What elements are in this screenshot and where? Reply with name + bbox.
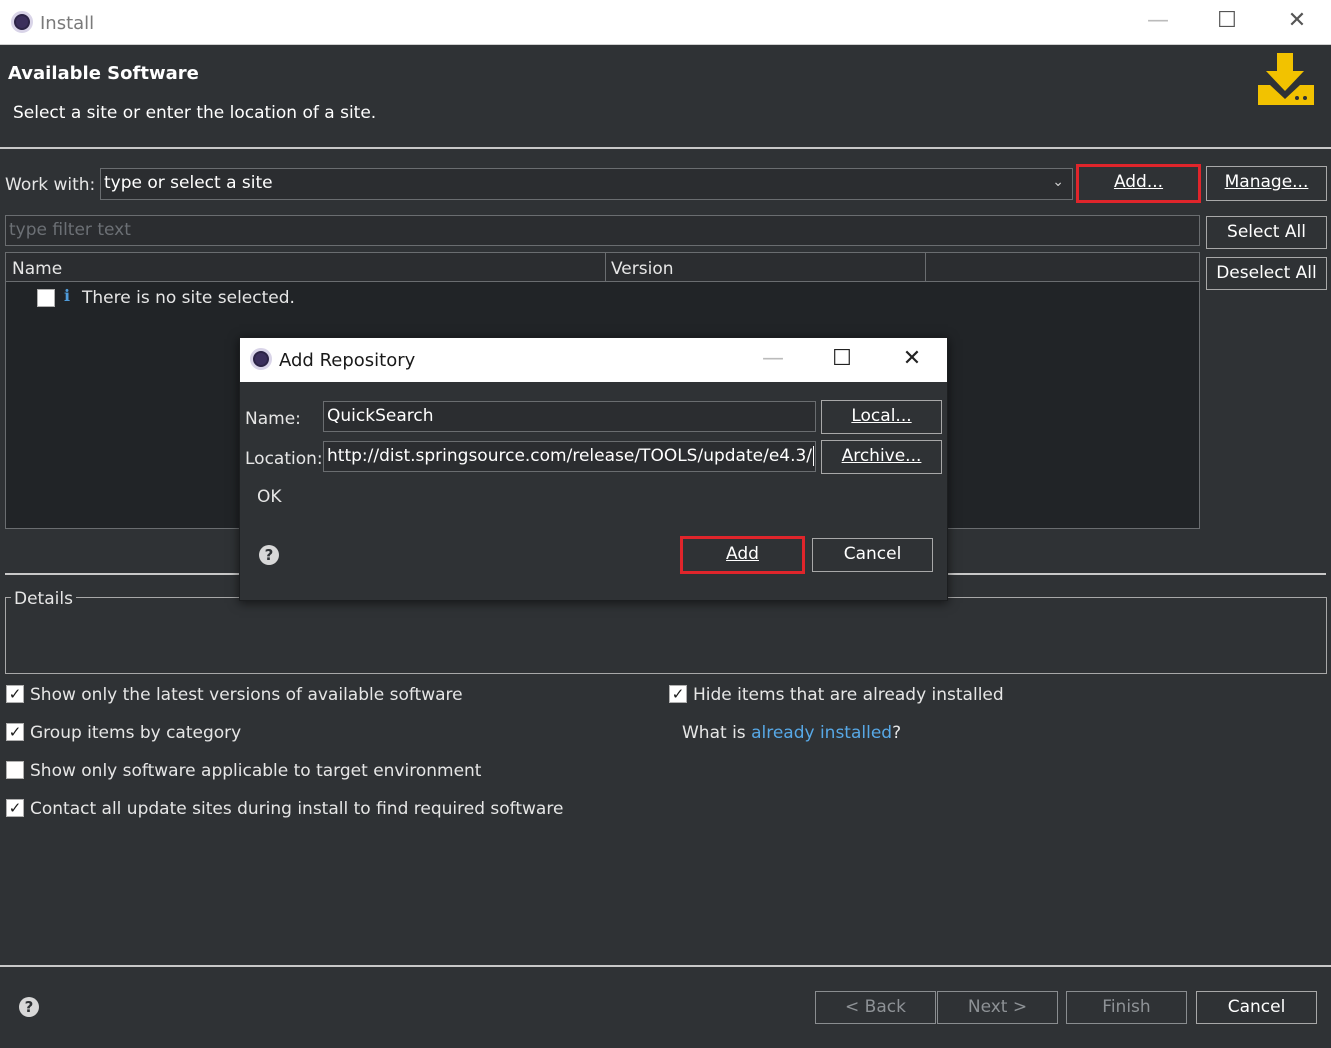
checkbox-checked[interactable]: ✓ xyxy=(669,685,687,703)
eclipse-app-icon xyxy=(11,11,33,33)
status-message: OK xyxy=(257,487,282,507)
select-all-label: Select All xyxy=(1227,222,1306,242)
help-icon[interactable]: ? xyxy=(259,545,279,565)
checkbox-checked[interactable]: ✓ xyxy=(6,799,24,817)
minimize-icon[interactable]: — xyxy=(753,348,793,370)
dialog-add-button-label: Add xyxy=(726,544,759,564)
dialog-cancel-button[interactable]: Cancel xyxy=(812,538,933,572)
help-icon[interactable]: ? xyxy=(19,997,39,1017)
location-label: Location: xyxy=(245,449,323,469)
dialog-title-bar: Add Repository — ☐ ✕ xyxy=(240,338,947,382)
name-label: Name: xyxy=(245,409,301,429)
eclipse-app-icon xyxy=(250,348,272,370)
cancel-button-label: Cancel xyxy=(1227,997,1286,1017)
manage-button-label: Manage... xyxy=(1224,172,1309,192)
local-button-label: Local... xyxy=(851,406,912,426)
checkbox-checked[interactable]: ✓ xyxy=(6,685,24,703)
page-subtitle: Select a site or enter the location of a… xyxy=(13,103,377,123)
maximize-icon[interactable]: ☐ xyxy=(822,348,862,370)
footer-separator xyxy=(0,965,1331,967)
already-installed-suffix: ? xyxy=(892,723,902,743)
close-icon[interactable]: ✕ xyxy=(892,348,932,370)
already-installed-text: What is already installed? xyxy=(682,723,901,743)
wizard-header: Available Software Select a site or ente… xyxy=(0,45,1331,149)
already-installed-prefix: What is xyxy=(682,723,752,743)
finish-button[interactable]: Finish xyxy=(1066,991,1187,1024)
download-icon xyxy=(1256,51,1316,107)
filter-input[interactable]: type filter text xyxy=(5,215,1200,246)
row-checkbox[interactable] xyxy=(37,289,55,307)
local-button[interactable]: Local... xyxy=(821,400,942,434)
minimize-icon[interactable]: — xyxy=(1138,10,1178,32)
manage-button[interactable]: Manage... xyxy=(1206,166,1327,201)
next-button-label: Next > xyxy=(967,997,1028,1017)
column-divider[interactable] xyxy=(605,253,606,282)
details-label: Details xyxy=(11,589,76,609)
filter-placeholder: type filter text xyxy=(9,220,131,240)
add-repository-dialog: Add Repository — ☐ ✕ Name: QuickSearch L… xyxy=(239,337,948,601)
name-field-value: QuickSearch xyxy=(327,406,434,426)
back-button-label: < Back xyxy=(845,997,906,1017)
add-site-button[interactable]: Add... xyxy=(1076,164,1201,203)
option-label: Show only software applicable to target … xyxy=(30,761,482,781)
window-title: Install xyxy=(40,13,95,34)
location-field[interactable]: http://dist.springsource.com/release/TOO… xyxy=(323,441,816,472)
add-site-button-label: Add... xyxy=(1113,172,1164,192)
work-with-combo[interactable]: type or select a site ⌄ xyxy=(100,168,1073,200)
work-with-label: Work with: xyxy=(5,175,96,195)
back-button[interactable]: < Back xyxy=(815,991,936,1024)
column-divider[interactable] xyxy=(925,253,926,282)
next-button[interactable]: Next > xyxy=(937,991,1058,1024)
page-title: Available Software xyxy=(8,63,199,84)
close-icon[interactable]: ✕ xyxy=(1277,10,1317,32)
name-field[interactable]: QuickSearch xyxy=(323,401,816,432)
checkbox-unchecked[interactable] xyxy=(6,761,24,779)
cancel-button[interactable]: Cancel xyxy=(1196,991,1317,1024)
checkbox-checked[interactable]: ✓ xyxy=(6,723,24,741)
column-header-name[interactable]: Name xyxy=(12,259,62,279)
option-label: Hide items that are already installed xyxy=(693,685,1004,705)
column-header-version[interactable]: Version xyxy=(611,259,674,279)
chevron-down-icon[interactable]: ⌄ xyxy=(1052,174,1064,190)
archive-button[interactable]: Archive... xyxy=(821,440,942,474)
finish-button-label: Finish xyxy=(1102,997,1151,1017)
table-header: Name Version xyxy=(6,253,1199,282)
deselect-all-button[interactable]: Deselect All xyxy=(1206,257,1327,290)
already-installed-link[interactable]: already installed xyxy=(751,723,892,743)
table-row[interactable]: ℹ There is no site selected. xyxy=(6,283,1199,313)
dialog-add-button[interactable]: Add xyxy=(680,536,805,574)
text-cursor xyxy=(813,446,815,466)
maximize-icon[interactable]: ☐ xyxy=(1207,10,1247,32)
details-group xyxy=(5,597,1327,674)
window-title-bar: Install — ☐ ✕ xyxy=(0,0,1331,45)
info-icon: ℹ xyxy=(64,286,71,305)
location-field-value: http://dist.springsource.com/release/TOO… xyxy=(327,446,813,466)
archive-button-label: Archive... xyxy=(841,446,922,466)
dialog-cancel-button-label: Cancel xyxy=(843,544,902,564)
dialog-title: Add Repository xyxy=(279,350,416,371)
option-label: Contact all update sites during install … xyxy=(30,799,564,819)
option-label: Show only the latest versions of availab… xyxy=(30,685,463,705)
row-text: There is no site selected. xyxy=(82,288,295,308)
deselect-all-label: Deselect All xyxy=(1216,263,1317,283)
select-all-button[interactable]: Select All xyxy=(1206,216,1327,249)
option-label: Group items by category xyxy=(30,723,242,743)
work-with-placeholder: type or select a site xyxy=(104,173,273,193)
